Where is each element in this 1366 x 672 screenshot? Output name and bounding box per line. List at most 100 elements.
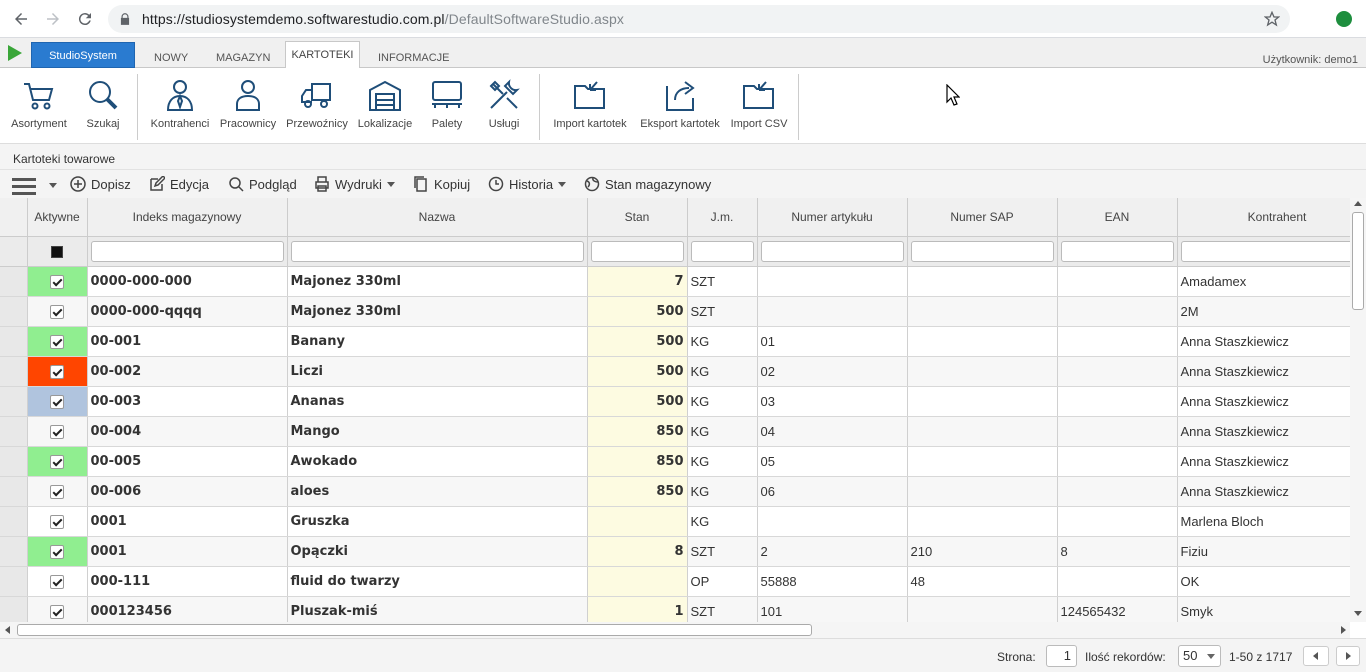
records-per-page-select[interactable]: 50 <box>1178 645 1221 667</box>
scroll-thumb[interactable] <box>17 624 812 636</box>
filter-ean-input[interactable] <box>1060 240 1174 262</box>
filter-nazwa-input[interactable] <box>290 240 584 262</box>
ribbon-import-csv[interactable]: Import CSV <box>730 74 788 130</box>
table-row[interactable]: 00-006 aloes 850 KG 06 Anna Staszkiewicz <box>0 476 1350 507</box>
filter-numer-artykulu-input[interactable] <box>760 240 904 262</box>
play-icon[interactable] <box>8 45 22 61</box>
active-checkbox[interactable] <box>50 424 64 439</box>
filter-jm-input[interactable] <box>690 240 754 262</box>
forward-icon[interactable] <box>42 8 64 30</box>
next-page-button[interactable] <box>1336 646 1360 666</box>
reload-icon[interactable] <box>74 8 96 30</box>
row-selector-cell[interactable] <box>0 506 28 537</box>
tab-magazyn[interactable]: MAGAZYN <box>208 49 278 68</box>
table-row[interactable]: 00-001 Banany 500 KG 01 Anna Staszkiewicz <box>0 326 1350 357</box>
edit-button[interactable]: Edycja <box>149 176 209 192</box>
active-cell[interactable] <box>27 356 88 387</box>
ribbon-szukaj[interactable]: Szukaj <box>82 74 124 130</box>
active-checkbox[interactable] <box>50 484 64 499</box>
column-header-nazwa[interactable]: Nazwa <box>287 198 588 237</box>
active-cell[interactable] <box>27 386 88 417</box>
table-row[interactable]: 0000-000-000 Majonez 330ml 7 SZT Amadamex <box>0 266 1350 297</box>
active-cell[interactable] <box>27 296 88 327</box>
active-cell[interactable] <box>27 476 88 507</box>
column-header-ean[interactable]: EAN <box>1057 198 1178 237</box>
tab-studiosystem[interactable]: StudioSystem <box>31 42 135 68</box>
stock-button[interactable]: Stan magazynowy <box>584 176 711 192</box>
ribbon-eksport-kartotek[interactable]: Eksport kartotek <box>638 74 722 130</box>
filter-kontrahent-input[interactable] <box>1180 240 1350 262</box>
active-checkbox[interactable] <box>50 304 64 319</box>
active-checkbox[interactable] <box>50 364 64 379</box>
scroll-up-icon[interactable] <box>1354 201 1362 206</box>
copy-button[interactable]: Kopiuj <box>413 176 470 192</box>
table-row[interactable]: 00-004 Mango 850 KG 04 Anna Staszkiewicz <box>0 416 1350 447</box>
active-checkbox[interactable] <box>50 544 64 559</box>
column-header-stan[interactable]: Stan <box>587 198 688 237</box>
row-selector-cell[interactable] <box>0 416 28 447</box>
scroll-right-icon[interactable] <box>1341 626 1346 634</box>
row-selector-cell[interactable] <box>0 446 28 477</box>
ribbon-przewoznicy[interactable]: Przewoźnicy <box>285 74 349 130</box>
row-selector-cell[interactable] <box>0 536 28 567</box>
filter-numer-sap-input[interactable] <box>910 240 1054 262</box>
table-row[interactable]: 000123456 Pluszak-miś 1 SZT 101 124565432 Smyk <box>0 596 1350 622</box>
history-button[interactable]: Historia <box>488 176 567 192</box>
column-header-indeks[interactable]: Indeks magazynowy <box>87 198 288 237</box>
ribbon-asortyment[interactable]: Asortyment <box>8 74 70 130</box>
active-cell[interactable] <box>27 596 88 622</box>
filter-indeks-input[interactable] <box>90 240 284 262</box>
bookmark-star-icon[interactable] <box>1264 11 1280 27</box>
preview-button[interactable]: Podgląd <box>228 176 297 192</box>
row-selector-cell[interactable] <box>0 326 28 357</box>
ribbon-lokalizacje[interactable]: Lokalizacje <box>356 74 414 130</box>
ribbon-palety[interactable]: Palety <box>426 74 468 130</box>
vertical-scrollbar[interactable] <box>1350 198 1366 622</box>
scroll-thumb[interactable] <box>1352 212 1364 310</box>
ribbon-pracownicy[interactable]: Pracownicy <box>218 74 278 130</box>
row-selector-cell[interactable] <box>0 356 28 387</box>
row-selector-cell[interactable] <box>0 476 28 507</box>
address-bar[interactable]: https://studiosystemdemo.softwarestudio.… <box>108 5 1290 33</box>
table-row[interactable]: 00-002 Liczi 500 KG 02 Anna Staszkiewicz <box>0 356 1350 387</box>
menu-icon[interactable] <box>12 178 36 195</box>
active-checkbox[interactable] <box>50 454 64 469</box>
row-selector-cell[interactable] <box>0 386 28 417</box>
row-selector-cell[interactable] <box>0 596 28 622</box>
ribbon-kontrahenci[interactable]: Kontrahenci <box>148 74 212 130</box>
back-icon[interactable] <box>10 8 32 30</box>
active-cell[interactable] <box>27 506 88 537</box>
extension-icon[interactable] <box>1336 11 1352 27</box>
active-cell[interactable] <box>27 446 88 477</box>
page-input[interactable]: 1 <box>1046 645 1077 667</box>
filter-aktywne-checkbox[interactable] <box>51 245 63 258</box>
chevron-down-icon[interactable] <box>49 183 57 188</box>
scroll-left-icon[interactable] <box>5 626 10 634</box>
table-row[interactable]: 0001 Gruszka KG Marlena Bloch <box>0 506 1350 537</box>
add-button[interactable]: Dopisz <box>70 176 131 192</box>
active-cell[interactable] <box>27 566 88 597</box>
scroll-down-icon[interactable] <box>1354 611 1362 616</box>
tab-informacje[interactable]: INFORMACJE <box>370 49 458 68</box>
column-header-kontrahent[interactable]: Kontrahent <box>1177 198 1350 237</box>
filter-stan-input[interactable] <box>590 240 684 262</box>
column-header-jm[interactable]: J.m. <box>687 198 758 237</box>
active-cell[interactable] <box>27 266 88 297</box>
table-row[interactable]: 00-005 Awokado 850 KG 05 Anna Staszkiewicz <box>0 446 1350 477</box>
active-checkbox[interactable] <box>50 604 64 619</box>
column-header-numer-sap[interactable]: Numer SAP <box>907 198 1058 237</box>
active-checkbox[interactable] <box>50 574 64 589</box>
active-checkbox[interactable] <box>50 334 64 349</box>
row-selector-cell[interactable] <box>0 296 28 327</box>
tab-nowy[interactable]: NOWY <box>146 49 196 68</box>
active-checkbox[interactable] <box>50 274 64 289</box>
row-selector-cell[interactable] <box>0 266 28 297</box>
table-row[interactable]: 00-003 Ananas 500 KG 03 Anna Staszkiewicz <box>0 386 1350 417</box>
table-row[interactable]: 0001 Opączki 8 SZT 2 210 8 Fiziu <box>0 536 1350 567</box>
table-row[interactable]: 0000-000-qqqq Majonez 330ml 500 SZT 2M <box>0 296 1350 327</box>
column-header-aktywne[interactable]: Aktywne <box>27 198 88 237</box>
active-cell[interactable] <box>27 326 88 357</box>
ribbon-uslugi[interactable]: Usługi <box>484 74 524 130</box>
active-checkbox[interactable] <box>50 394 64 409</box>
previous-page-button[interactable] <box>1303 646 1329 666</box>
